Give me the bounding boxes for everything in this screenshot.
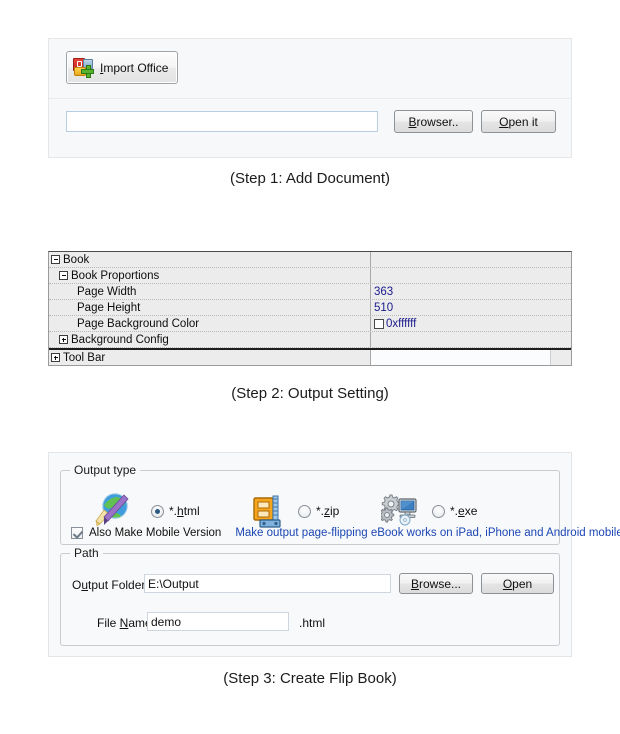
open-it-button-label: Open it: [499, 114, 538, 129]
property-label: Background Config: [71, 333, 169, 346]
property-value[interactable]: [371, 332, 571, 347]
output-setting-property-grid: Book Book Proportions Page Width 363 Pag…: [48, 251, 572, 366]
mobile-version-checkbox[interactable]: [71, 527, 83, 539]
output-folder-label: Output Folder:: [72, 578, 149, 592]
property-value[interactable]: [371, 268, 571, 283]
property-name: Page Width: [49, 284, 371, 299]
browse-button-label: Browse...: [410, 576, 462, 591]
mobile-version-hint: Make output page-flipping eBook works on…: [235, 527, 620, 539]
output-type-label-exe: *.exe: [450, 504, 478, 518]
open-button-label: Open: [502, 576, 533, 591]
property-label: Book Proportions: [71, 269, 160, 282]
step1-toolbar-area: Import Office: [49, 39, 571, 99]
path-groupbox: Path Output Folder: Browse... Open File …: [60, 546, 560, 646]
property-name: Book: [49, 252, 371, 267]
property-label: Page Background Color: [77, 317, 200, 330]
mobile-version-row: Also Make Mobile Version Make output pag…: [71, 527, 620, 539]
property-row-page-background-color[interactable]: Page Background Color 0xffffff: [49, 316, 571, 332]
property-name: Book Proportions: [49, 268, 371, 283]
property-name: Page Background Color: [49, 316, 371, 331]
property-row-page-height[interactable]: Page Height 510: [49, 300, 571, 316]
color-hex-label: 0xffffff: [386, 317, 417, 330]
property-row-tool-bar[interactable]: Tool Bar: [49, 348, 571, 365]
file-name-input[interactable]: [147, 612, 289, 631]
step1-path-area: Browser.. Open it: [49, 99, 571, 157]
globe-brush-icon: [95, 493, 129, 527]
step1-caption: (Step 1: Add Document): [229, 170, 391, 187]
color-swatch-icon[interactable]: [374, 318, 384, 329]
browse-button[interactable]: Browse...: [399, 573, 473, 594]
import-office-label: Import Office: [100, 60, 169, 75]
import-office-button[interactable]: Import Office: [66, 51, 178, 84]
output-type-group-title: Output type: [70, 463, 141, 477]
property-row-book-proportions[interactable]: Book Proportions: [49, 268, 571, 284]
property-name: Page Height: [49, 300, 371, 315]
browser-button-label: Browser..: [408, 114, 459, 129]
zip-archive-icon: [253, 495, 281, 528]
output-type-label-zip: *.zip: [316, 504, 340, 518]
mobile-version-label: Also Make Mobile Version: [89, 527, 222, 539]
property-label: Page Width: [77, 285, 137, 298]
path-group-title: Path: [70, 546, 103, 560]
property-label: Book: [63, 253, 90, 266]
gears-computer-icon: [381, 494, 417, 526]
property-row-background-config[interactable]: Background Config: [49, 332, 571, 348]
output-type-option-zip[interactable]: *.zip: [298, 504, 339, 518]
step3-panel: Output type *.html *.zip *.exe Also Make…: [48, 452, 620, 657]
browser-button[interactable]: Browser..: [394, 110, 473, 133]
radio-html-icon[interactable]: [151, 504, 164, 518]
property-label: Tool Bar: [63, 351, 106, 364]
output-type-option-exe[interactable]: *.exe: [432, 504, 477, 518]
output-folder-input[interactable]: [144, 574, 391, 593]
document-path-input[interactable]: [66, 111, 378, 132]
open-it-button[interactable]: Open it: [481, 110, 556, 133]
property-value-page-width[interactable]: 363: [371, 284, 571, 299]
collapse-expander-icon[interactable]: [59, 271, 68, 280]
output-type-groupbox: Output type *.html *.zip *.exe Also Make…: [60, 463, 620, 545]
open-folder-button[interactable]: Open: [481, 573, 554, 594]
property-row-book[interactable]: Book: [49, 252, 571, 268]
radio-zip-icon[interactable]: [298, 504, 311, 518]
step3-caption: (Step 3: Create Flip Book): [223, 670, 397, 687]
property-name: Tool Bar: [49, 350, 371, 365]
property-name: Background Config: [49, 332, 371, 347]
radio-exe-icon[interactable]: [432, 504, 445, 518]
output-type-label-html: *.html: [169, 504, 200, 518]
property-label: Page Height: [77, 301, 141, 314]
office-import-icon: [73, 57, 95, 78]
property-value[interactable]: [371, 252, 571, 267]
expand-expander-icon[interactable]: [59, 335, 68, 344]
step2-caption: (Step 2: Output Setting): [231, 385, 389, 402]
expand-expander-icon[interactable]: [51, 353, 60, 362]
step1-panel: Import Office Browser.. Open it: [48, 38, 572, 158]
property-row-page-width[interactable]: Page Width 363: [49, 284, 571, 300]
property-value[interactable]: [371, 350, 551, 365]
collapse-expander-icon[interactable]: [51, 255, 60, 264]
output-type-option-html[interactable]: *.html: [151, 504, 200, 518]
file-extension-label: .html: [299, 616, 326, 630]
property-value-background-color[interactable]: 0xffffff: [371, 316, 571, 331]
property-value-page-height[interactable]: 510: [371, 300, 571, 315]
